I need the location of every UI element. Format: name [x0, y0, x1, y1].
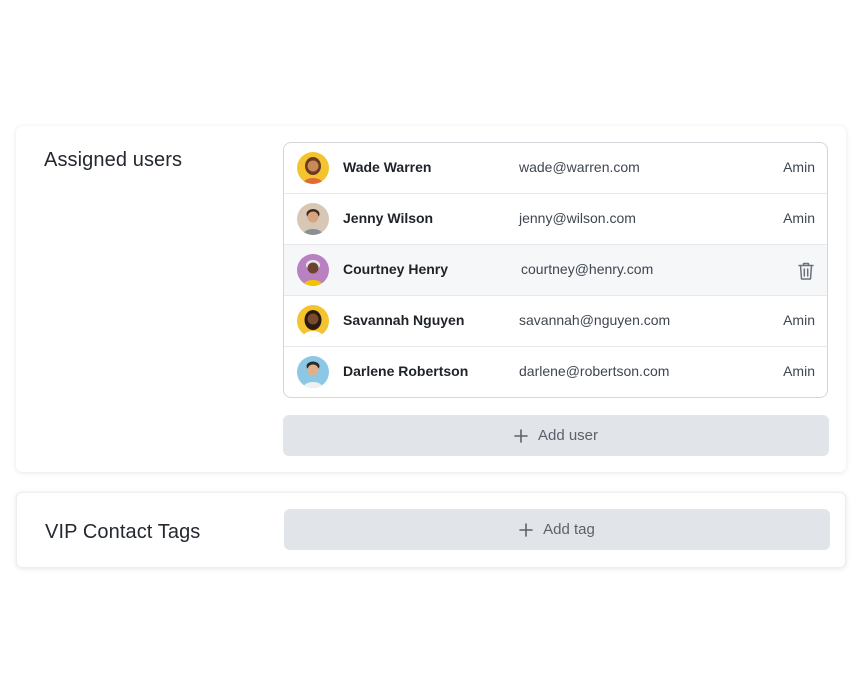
plus-icon	[514, 428, 528, 443]
user-name: Darlene Robertson	[343, 363, 469, 379]
user-avatar	[297, 152, 329, 184]
user-row[interactable]: Wade Warren wade@warren.com Amin	[284, 143, 827, 194]
assigned-users-title: Assigned users	[44, 149, 183, 171]
user-row[interactable]: Darlene Robertson darlene@robertson.com …	[284, 347, 827, 397]
user-avatar	[297, 203, 329, 235]
add-tag-label: Add tag	[543, 521, 595, 538]
user-email: wade@warren.com	[519, 159, 640, 175]
user-name: Jenny Wilson	[343, 210, 434, 226]
user-name: Wade Warren	[343, 159, 432, 175]
user-avatar	[297, 356, 329, 388]
user-role: Amin	[783, 312, 815, 328]
user-row[interactable]: Courtney Henry courtney@henry.com	[284, 245, 827, 296]
vip-contact-tags-title: VIP Contact Tags	[45, 521, 201, 543]
add-tag-button[interactable]: Add tag	[284, 509, 830, 550]
vip-contact-tags-card: VIP Contact Tags Add tag	[16, 492, 846, 568]
user-email: darlene@robertson.com	[519, 363, 670, 379]
user-avatar	[297, 305, 329, 337]
user-row[interactable]: Savannah Nguyen savannah@nguyen.com Amin	[284, 296, 827, 347]
user-email: jenny@wilson.com	[519, 210, 636, 226]
user-role: Amin	[783, 363, 815, 379]
user-name: Courtney Henry	[343, 261, 449, 277]
assigned-users-list: Wade Warren wade@warren.com Amin Jenny W…	[283, 142, 828, 398]
add-user-button[interactable]: Add user	[283, 415, 829, 456]
plus-icon	[519, 522, 533, 537]
user-email: courtney@henry.com	[521, 261, 654, 277]
trash-icon[interactable]	[797, 261, 815, 281]
user-name: Savannah Nguyen	[343, 312, 465, 328]
user-role: Amin	[783, 210, 815, 226]
user-avatar	[297, 254, 329, 286]
user-email: savannah@nguyen.com	[519, 312, 671, 328]
assigned-users-card: Assigned users Wade Warren wade@warren.c…	[16, 126, 846, 472]
add-user-label: Add user	[537, 427, 599, 444]
user-role: Amin	[783, 159, 815, 175]
user-row[interactable]: Jenny Wilson jenny@wilson.com Amin	[284, 194, 827, 245]
